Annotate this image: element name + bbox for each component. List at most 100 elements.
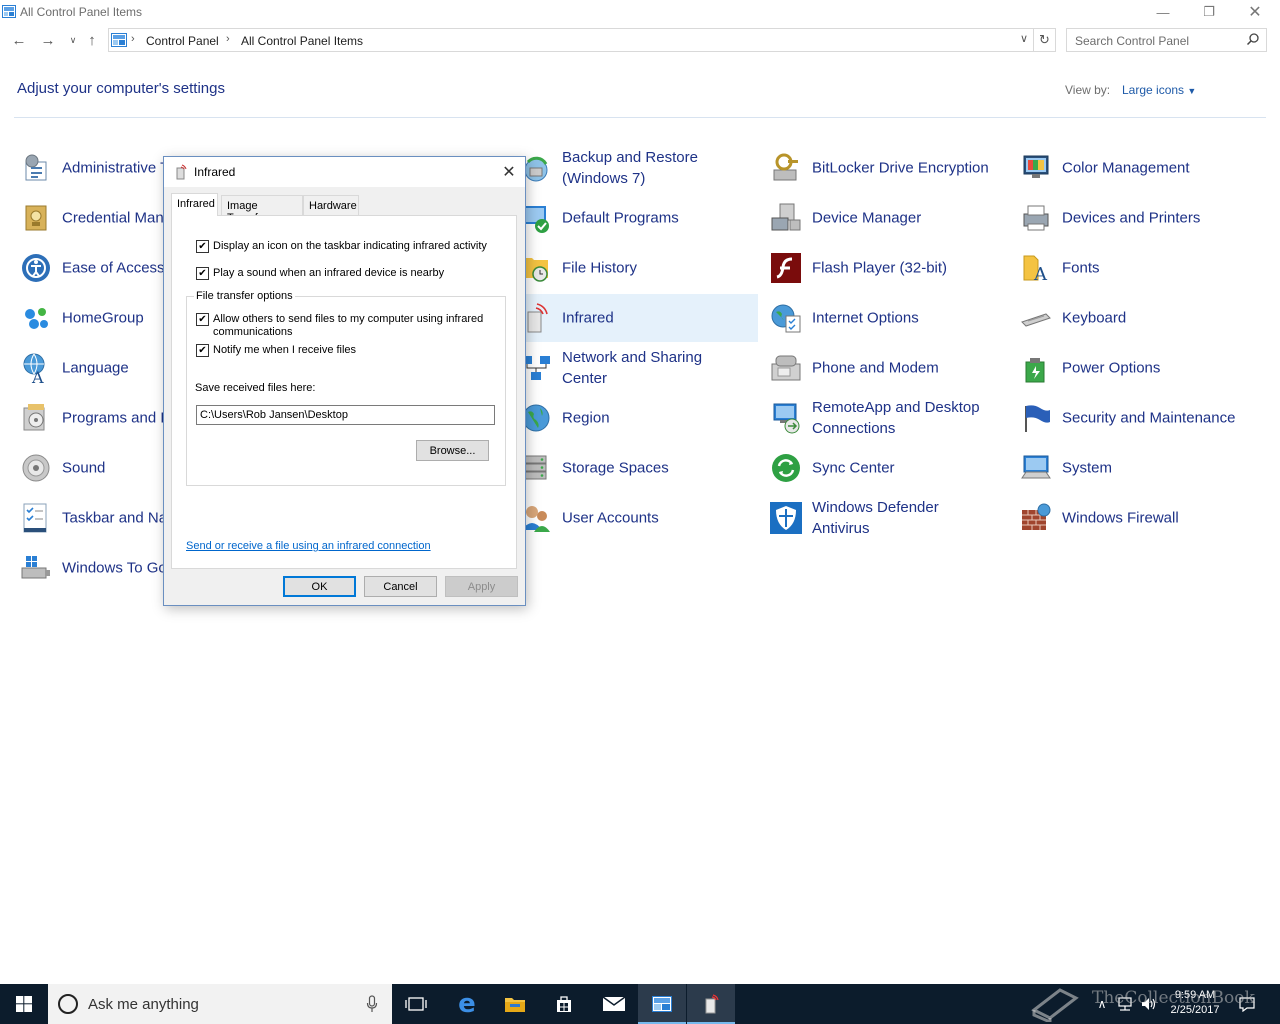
restore-button[interactable]: ❐ xyxy=(1186,0,1232,24)
tab-hardware[interactable]: Hardware xyxy=(303,195,359,216)
minimize-button[interactable]: — xyxy=(1140,0,1186,24)
item-storage[interactable]: Storage Spaces xyxy=(516,444,758,492)
item-label: RemoteApp and Desktop Connections xyxy=(812,399,980,437)
breadcrumb-control-panel[interactable]: Control Panel xyxy=(146,34,219,48)
clock-time: 9:59 AM xyxy=(1174,989,1216,1001)
item-region[interactable]: Region xyxy=(516,394,758,442)
item-internet-options[interactable]: Internet Options xyxy=(766,294,1012,342)
item-label: Backup and Restore (Windows 7) xyxy=(562,149,698,187)
item-power[interactable]: Power Options xyxy=(1016,344,1266,392)
action-center-button[interactable] xyxy=(1234,984,1260,1024)
close-button[interactable]: ✕ xyxy=(1232,0,1278,24)
mail-button[interactable] xyxy=(590,984,638,1024)
recent-locations-button[interactable]: ∨ xyxy=(63,31,83,49)
sound-checkbox[interactable]: ✔ Play a sound when an infrared device i… xyxy=(196,267,444,280)
item-keyboard[interactable]: Keyboard xyxy=(1016,294,1266,342)
checkmark-icon: ✔ xyxy=(196,240,209,253)
volume-icon xyxy=(1142,998,1156,1010)
svg-text:A: A xyxy=(31,368,44,384)
item-default-programs[interactable]: Default Programs xyxy=(516,194,758,242)
browse-button[interactable]: Browse... xyxy=(416,440,489,461)
back-arrow-icon: ← xyxy=(11,31,27,49)
back-button[interactable]: ← xyxy=(9,31,29,49)
start-button[interactable] xyxy=(0,984,48,1024)
view-by-dropdown[interactable]: Large icons ▼ xyxy=(1122,83,1196,97)
credential-manager-icon xyxy=(25,205,47,231)
tab-infrared[interactable]: Infrared xyxy=(171,193,218,216)
dropdown-arrow-icon: ▼ xyxy=(1187,86,1197,96)
item-label: System xyxy=(1062,459,1113,477)
up-button[interactable]: ↑ xyxy=(82,31,102,49)
ok-button[interactable]: OK xyxy=(283,576,356,597)
save-location-label: Save received files here: xyxy=(195,382,316,394)
file-explorer-button[interactable] xyxy=(491,984,539,1024)
volume-tray-button[interactable] xyxy=(1138,984,1160,1024)
breadcrumb-separator-icon[interactable]: › xyxy=(131,33,135,45)
item-backup[interactable]: Backup and Restore (Windows 7) xyxy=(516,144,758,192)
svg-text:A: A xyxy=(1033,264,1048,284)
item-label: Devices and Printers xyxy=(1062,209,1201,227)
address-bar[interactable]: › Control Panel › All Control Panel Item… xyxy=(108,28,1034,52)
item-firewall[interactable]: Windows Firewall xyxy=(1016,494,1266,542)
language-icon: A xyxy=(23,353,45,384)
item-label: Sync Center xyxy=(812,459,895,477)
item-device-manager[interactable]: Device Manager xyxy=(766,194,1012,242)
taskbar-clock[interactable]: 9:59 AM 2/25/2017 xyxy=(1160,988,1230,1018)
title-bar: All Control Panel Items — ❐ ✕ xyxy=(0,0,1280,24)
item-flash[interactable]: Flash Player (32-bit) xyxy=(766,244,1012,292)
group-title: File transfer options xyxy=(194,290,295,302)
navigation-bar: ← → ∨ ↑ › Control Panel › All Control Pa… xyxy=(0,26,1280,54)
item-fonts[interactable]: A Fonts xyxy=(1016,244,1266,292)
item-remoteapp[interactable]: RemoteApp and Desktop Connections xyxy=(766,394,1012,442)
send-receive-link[interactable]: Send or receive a file using an infrared… xyxy=(186,540,431,552)
breadcrumb-all-items[interactable]: All Control Panel Items xyxy=(241,34,363,48)
item-system[interactable]: System xyxy=(1016,444,1266,492)
control-panel-taskbar-button[interactable] xyxy=(638,984,686,1024)
search-icon xyxy=(1246,33,1259,46)
checkbox-label: Display an icon on the taskbar indicatin… xyxy=(213,240,487,252)
show-hidden-icons-button[interactable]: ∧ xyxy=(1092,984,1112,1024)
item-file-history[interactable]: File History xyxy=(516,244,758,292)
allow-files-checkbox[interactable]: ✔ Allow others to send files to my compu… xyxy=(196,313,483,339)
minimize-icon: — xyxy=(1156,4,1170,20)
checkmark-icon: ✔ xyxy=(196,344,209,357)
store-button[interactable] xyxy=(540,984,588,1024)
dialog-close-button[interactable]: ✕ xyxy=(493,157,525,187)
item-printers[interactable]: Devices and Printers xyxy=(1016,194,1266,242)
infrared-icon xyxy=(176,164,187,180)
taskbar-icon-checkbox[interactable]: ✔ Display an icon on the taskbar indicat… xyxy=(196,240,487,253)
microphone-icon[interactable] xyxy=(366,995,378,1013)
task-view-button[interactable] xyxy=(392,984,440,1024)
cortana-placeholder: Ask me anything xyxy=(88,996,199,1013)
apply-button[interactable]: Apply xyxy=(445,576,518,597)
item-security[interactable]: Security and Maintenance xyxy=(1016,394,1266,442)
remoteapp-icon xyxy=(773,403,800,434)
edge-icon: e xyxy=(458,989,476,1019)
cortana-search-box[interactable]: Ask me anything xyxy=(48,984,392,1024)
edge-taskbar-button[interactable]: e xyxy=(443,984,491,1024)
infrared-taskbar-button[interactable] xyxy=(687,984,735,1024)
breadcrumb-separator-icon[interactable]: › xyxy=(226,33,230,45)
item-infrared[interactable]: Infrared xyxy=(516,294,758,342)
network-tray-button[interactable] xyxy=(1114,984,1136,1024)
item-bitlocker[interactable]: BitLocker Drive Encryption xyxy=(766,144,1012,192)
item-defender[interactable]: Windows Defender Antivirus xyxy=(766,494,1012,542)
clock-date: 2/25/2017 xyxy=(1170,1004,1220,1016)
infrared-dialog: Infrared ✕ Infrared Image Transfer Hardw… xyxy=(163,156,526,606)
mail-icon xyxy=(602,996,626,1011)
internet-options-icon xyxy=(771,304,801,333)
item-network[interactable]: Network and Sharing Center xyxy=(516,344,758,392)
search-input[interactable]: Search Control Panel xyxy=(1066,28,1267,52)
item-sync[interactable]: Sync Center xyxy=(766,444,1012,492)
notify-checkbox[interactable]: ✔ Notify me when I receive files xyxy=(196,344,356,357)
cancel-button[interactable]: Cancel xyxy=(364,576,437,597)
item-phone[interactable]: Phone and Modem xyxy=(766,344,1012,392)
address-dropdown-icon[interactable]: ∨ xyxy=(1017,32,1031,45)
control-panel-icon xyxy=(2,5,16,18)
forward-button[interactable]: → xyxy=(38,31,58,49)
item-color-management[interactable]: Color Management xyxy=(1016,144,1266,192)
refresh-button[interactable]: ↻ xyxy=(1034,28,1056,52)
save-path-field[interactable]: C:\Users\Rob Jansen\Desktop xyxy=(196,405,495,425)
tab-image-transfer[interactable]: Image Transfer xyxy=(221,195,303,224)
item-user-accounts[interactable]: User Accounts xyxy=(516,494,758,542)
